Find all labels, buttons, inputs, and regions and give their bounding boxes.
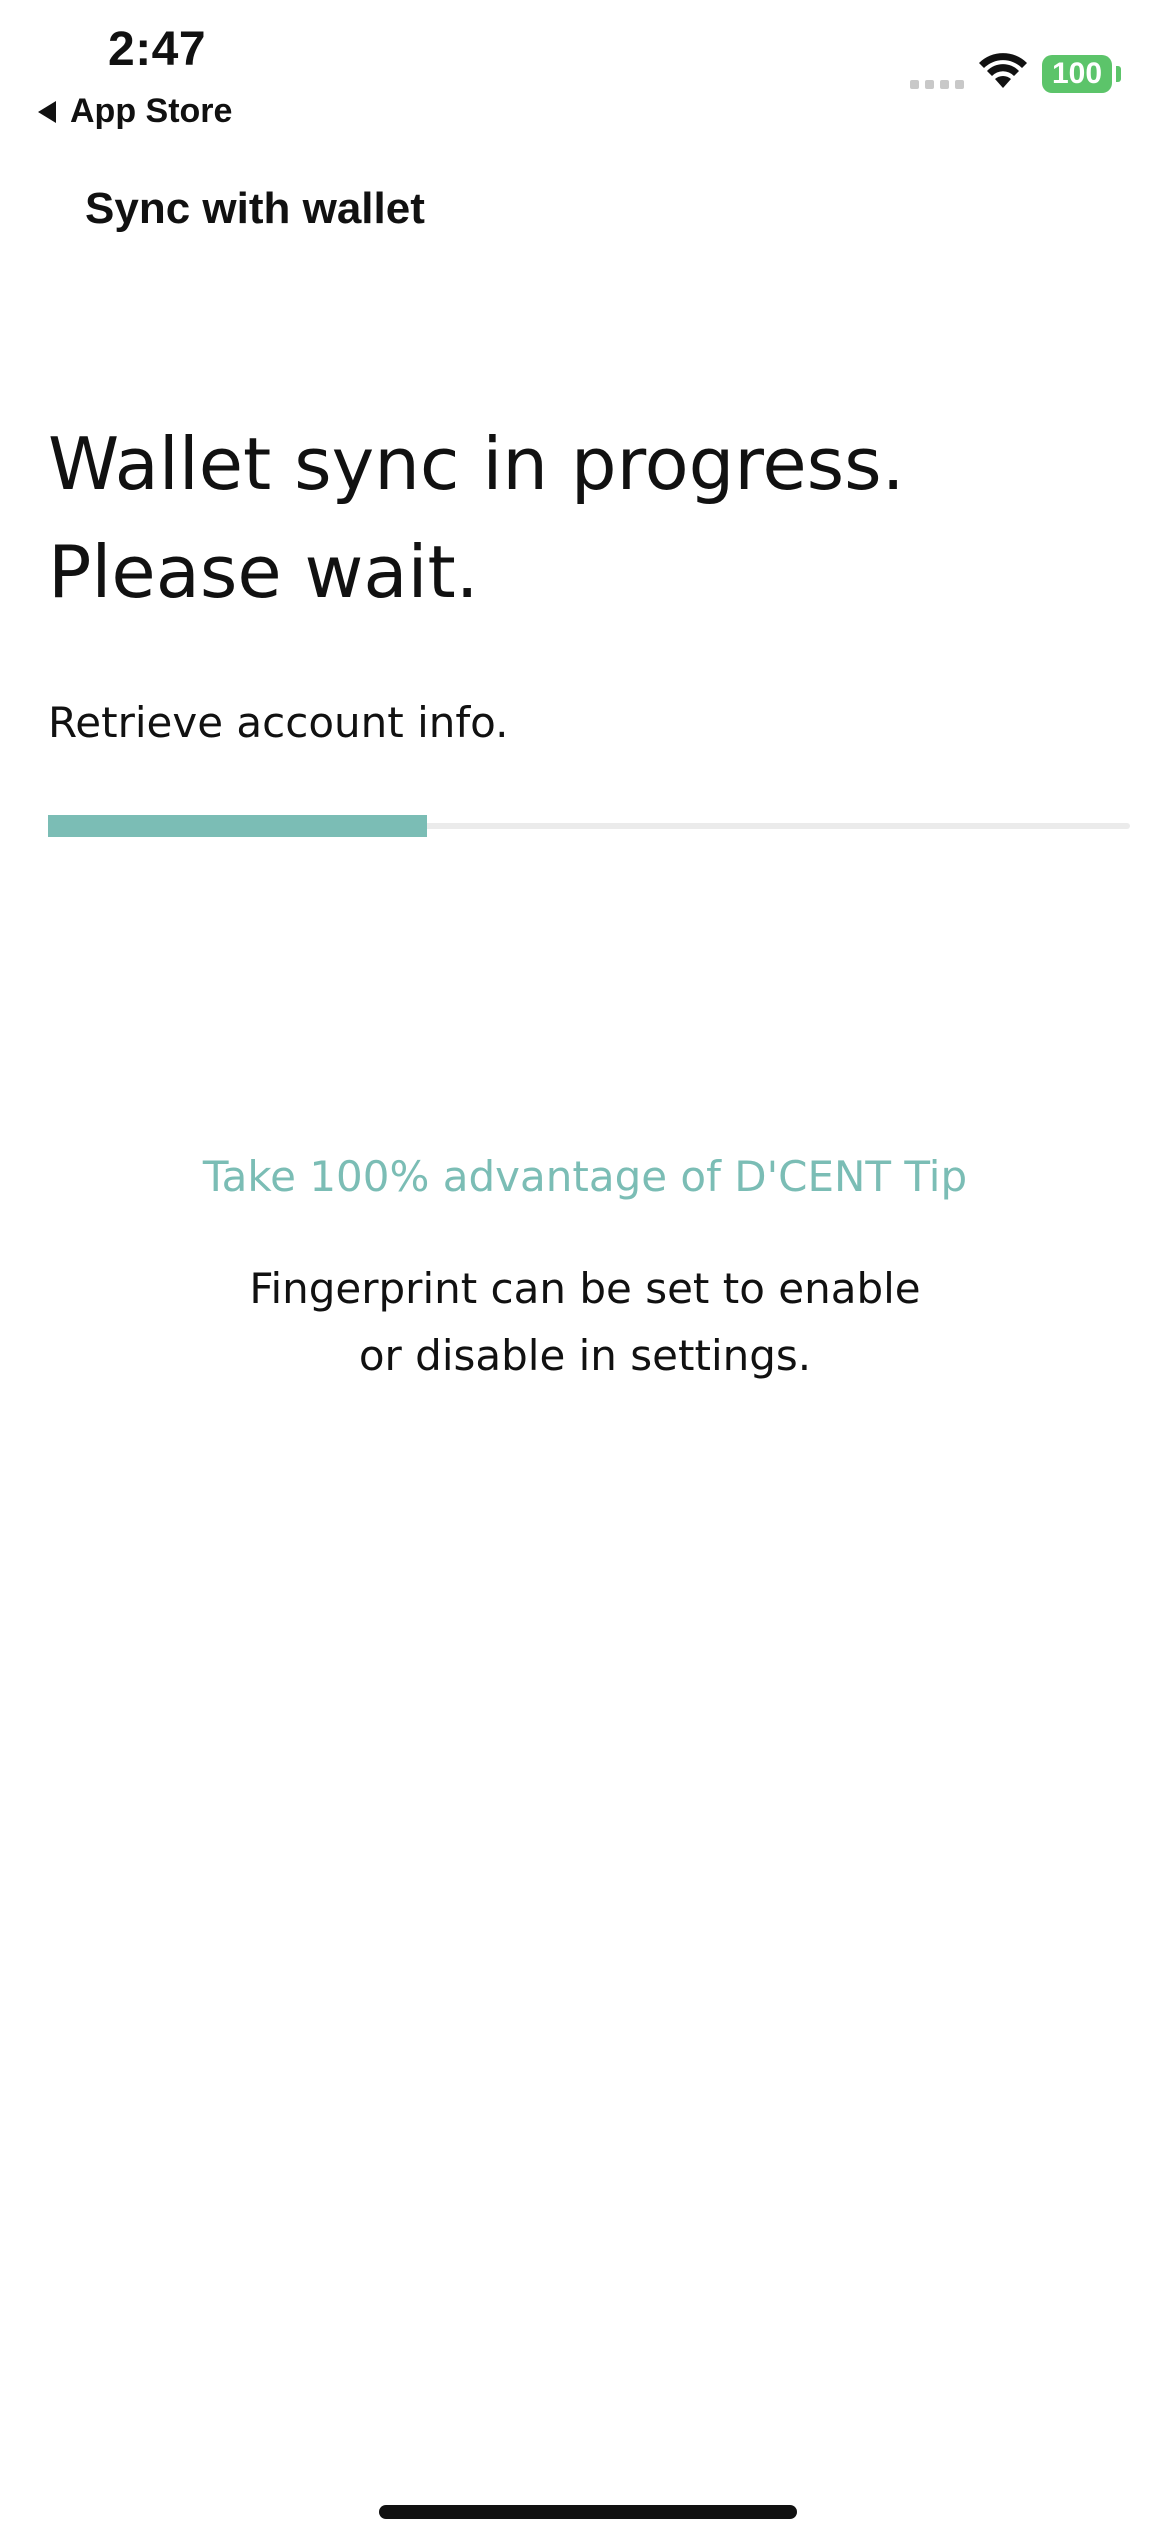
status-bar: 2:47 App Store 100	[0, 0, 1170, 140]
back-arrow-icon	[38, 100, 56, 123]
sync-heading-line-1: Wallet sync in progress.	[48, 422, 905, 506]
tip-body: Fingerprint can be set to enable or disa…	[0, 1255, 1170, 1389]
page-title: Sync with wallet	[85, 184, 425, 233]
sync-heading-line-2: Please wait.	[48, 530, 479, 614]
battery-icon: 100	[1042, 55, 1112, 93]
tip-body-line-2: or disable in settings.	[358, 1331, 812, 1380]
battery-cap	[1116, 66, 1121, 82]
back-app-label: App Store	[70, 92, 233, 130]
progress-fill	[48, 815, 427, 837]
tip-title: Take 100% advantage of D'CENT Tip	[202, 1152, 968, 1201]
status-time: 2:47	[108, 23, 207, 76]
cellular-signal-icon	[910, 80, 964, 89]
sync-heading: Wallet sync in progress. Please wait.	[48, 410, 1128, 626]
battery-level: 100	[1051, 57, 1103, 90]
tip-body-line-1: Fingerprint can be set to enable	[249, 1264, 921, 1313]
sync-step-text: Retrieve account info.	[48, 698, 509, 747]
wifi-icon	[978, 52, 1028, 95]
home-indicator[interactable]	[379, 2505, 797, 2519]
back-to-app-store-button[interactable]: App Store	[38, 92, 232, 131]
